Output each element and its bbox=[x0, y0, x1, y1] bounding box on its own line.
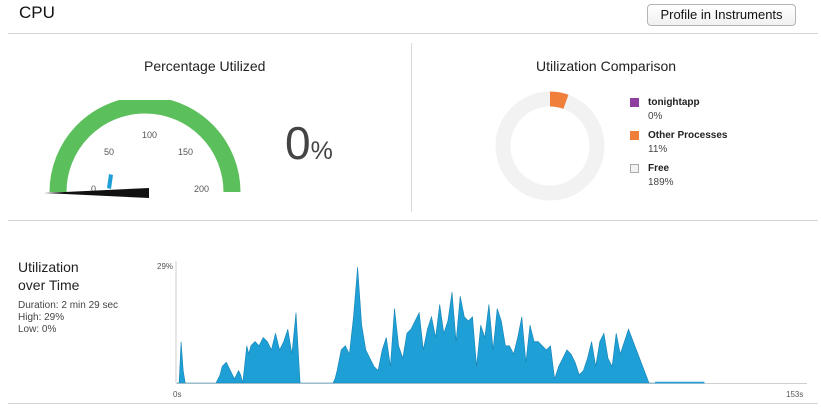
legend-name: Free bbox=[648, 163, 670, 174]
legend-name: tonightapp bbox=[648, 97, 700, 108]
legend-swatch-tonightapp bbox=[630, 98, 639, 107]
gauge-tick-150: 150 bbox=[178, 147, 193, 157]
page-title: CPU bbox=[19, 3, 55, 22]
high-stat: High: 29% bbox=[18, 312, 65, 323]
y-max-label: 29% bbox=[157, 262, 173, 271]
gauge-tick-200: 200 bbox=[194, 184, 209, 194]
utilization-donut bbox=[495, 91, 605, 201]
legend-swatch-free bbox=[630, 164, 639, 173]
title-line-2: over Time bbox=[18, 277, 80, 293]
title-line-1: Utilization bbox=[18, 259, 79, 275]
gauge-value-indicator bbox=[107, 174, 113, 189]
utilization-stats: Duration: 2 min 29 sec High: 29% Low: 0% bbox=[18, 300, 118, 336]
middle-divider bbox=[8, 220, 818, 221]
utilization-comparison-title: Utilization Comparison bbox=[536, 58, 677, 74]
gauge-arc bbox=[49, 100, 241, 193]
legend-value: 0% bbox=[648, 111, 663, 122]
gauge-tick-50: 50 bbox=[104, 147, 114, 157]
legend-name: Other Processes bbox=[648, 130, 728, 141]
gauge-tick-100: 100 bbox=[142, 130, 157, 140]
donut-slice-other-processes bbox=[549, 91, 569, 109]
utilization-percent-value: 0% bbox=[285, 116, 333, 170]
x-start-label: 0s bbox=[173, 390, 181, 399]
area-series bbox=[177, 267, 705, 384]
utilization-gauge: 0 50 100 150 200 bbox=[44, 100, 241, 198]
utilization-unit: % bbox=[310, 137, 333, 165]
percentage-utilized-title: Percentage Utilized bbox=[144, 58, 266, 74]
profile-in-instruments-button[interactable]: Profile in Instruments bbox=[647, 4, 796, 26]
low-stat: Low: 0% bbox=[18, 324, 57, 335]
utilization-over-time-chart: 29% 0s 153s bbox=[157, 261, 807, 399]
utilization-over-time-title: Utilization over Time bbox=[18, 258, 79, 294]
utilization-value: 0 bbox=[285, 117, 311, 169]
top-divider bbox=[8, 33, 818, 34]
legend-value: 11% bbox=[648, 144, 668, 155]
x-end-label: 153s bbox=[786, 390, 803, 399]
panel-divider bbox=[411, 43, 412, 212]
utilization-area bbox=[177, 267, 705, 384]
donut-slice-free bbox=[495, 91, 605, 201]
legend-value: 189% bbox=[648, 177, 674, 188]
duration-stat: Duration: 2 min 29 sec bbox=[18, 300, 119, 311]
legend-swatch-other-processes bbox=[630, 131, 639, 140]
bottom-divider bbox=[8, 403, 818, 404]
